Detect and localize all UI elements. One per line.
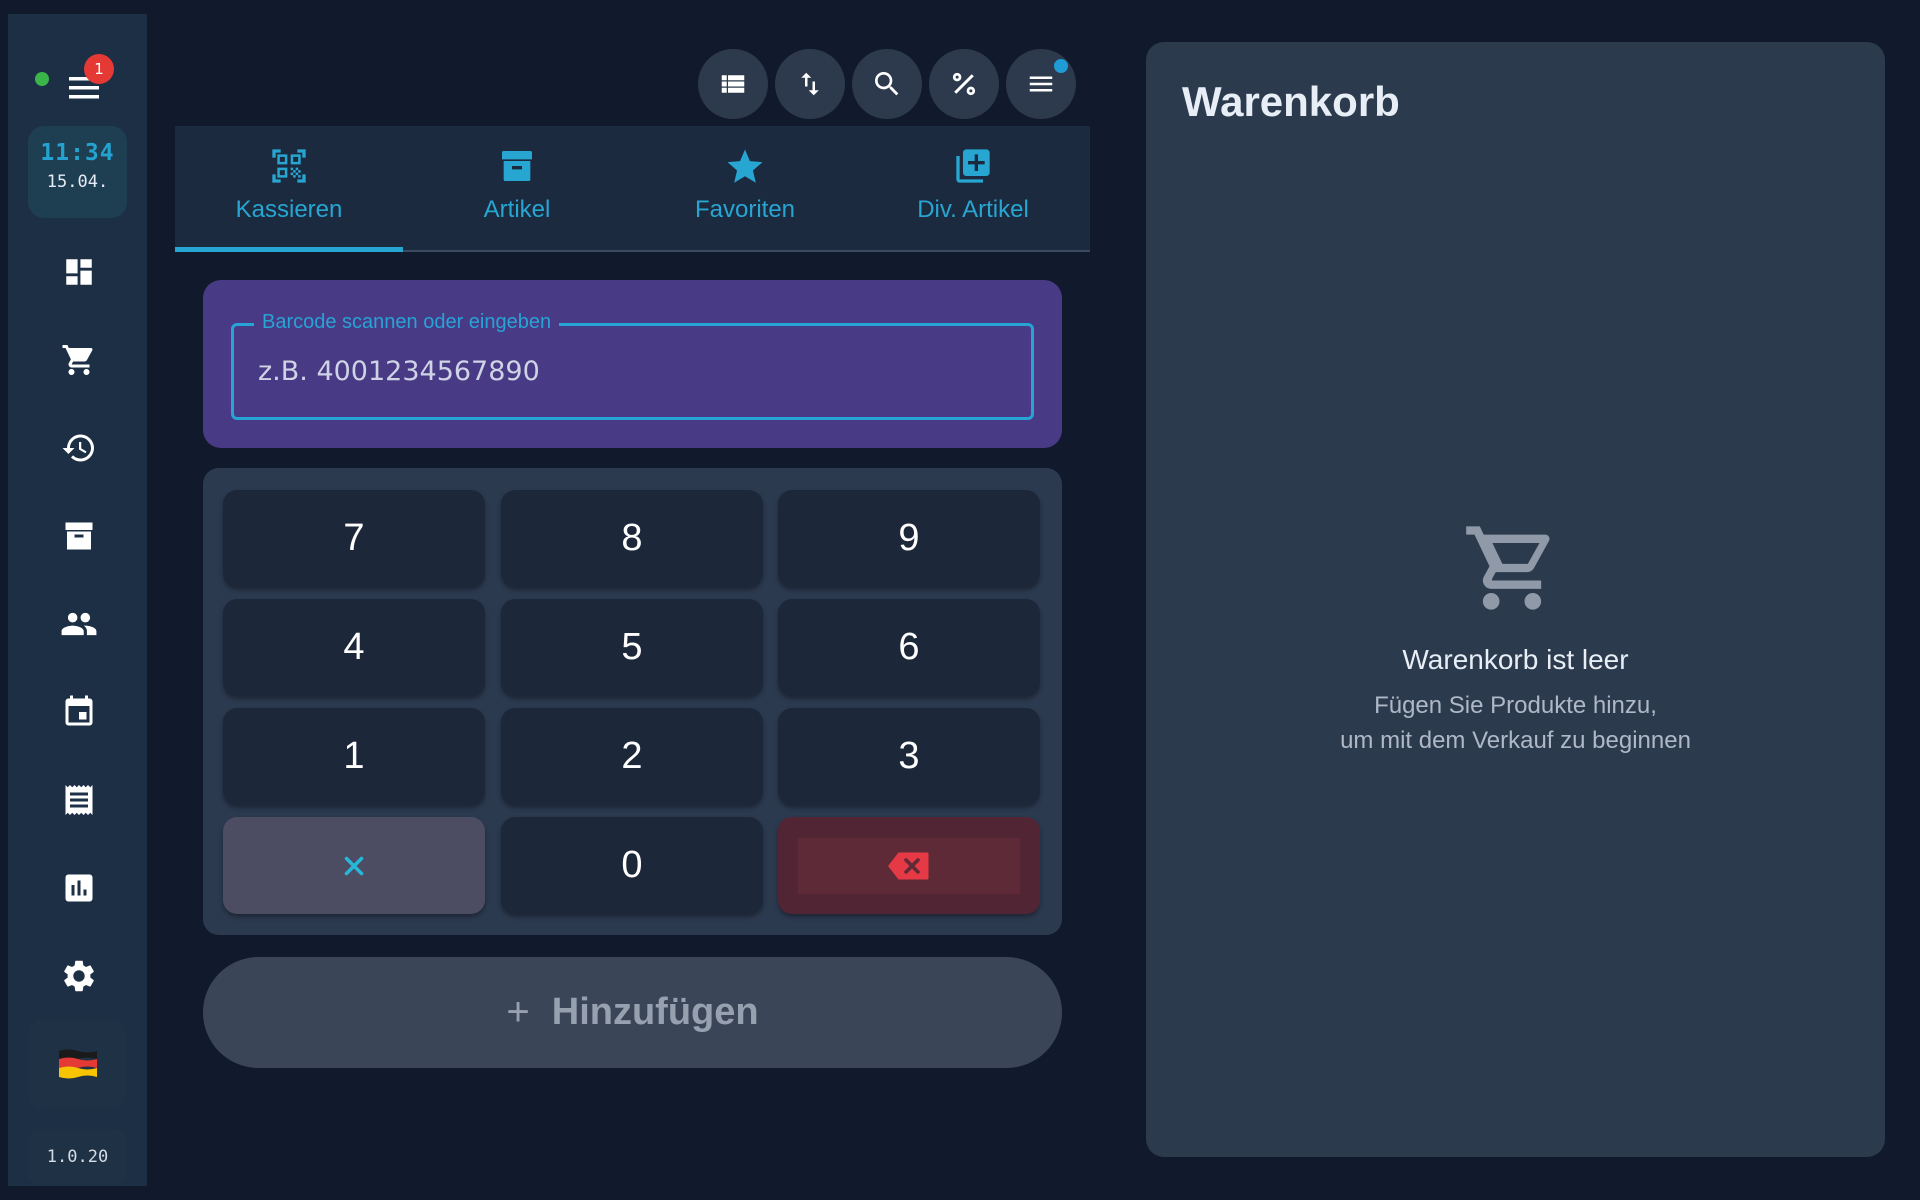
plus-icon: + [506, 990, 530, 1034]
nav-sales[interactable] [52, 333, 106, 387]
tab-label: Kassieren [235, 196, 343, 223]
cart-empty-state: Warenkorb ist leer Fügen Sie Produkte hi… [1146, 518, 1885, 758]
tab-label: Favoriten [694, 196, 796, 223]
tab-kassieren[interactable]: Kassieren [175, 126, 403, 252]
more-menu-button[interactable] [1006, 49, 1076, 119]
cart-title: Warenkorb [1182, 78, 1400, 125]
qr-scan-icon [272, 149, 306, 183]
list-icon [721, 75, 745, 93]
cart-panel: Warenkorb Warenkorb ist leer Fügen Sie P… [1146, 42, 1885, 1157]
archive-box-icon [502, 151, 532, 181]
key-3[interactable]: 3 [778, 708, 1040, 805]
nav-reports[interactable] [52, 861, 106, 915]
search-icon [875, 72, 899, 96]
add-button-label: Hinzufügen [551, 991, 759, 1033]
barcode-panel: Barcode scannen oder eingeben [203, 280, 1062, 448]
clock-time: 11:34 [40, 140, 115, 166]
cart-empty-hint: Fügen Sie Produkte hinzu, um mit dem Ver… [1146, 688, 1885, 758]
online-status-indicator [35, 72, 49, 86]
settings-icon [64, 960, 94, 992]
sort-button[interactable] [775, 49, 845, 119]
cart-empty-title: Warenkorb ist leer [1402, 644, 1629, 675]
notification-badge: 1 [84, 54, 114, 84]
customers-icon [61, 612, 97, 636]
nav-dashboard[interactable] [52, 245, 106, 299]
nav-settings[interactable] [52, 949, 106, 1003]
numeric-keypad: 7 8 9 4 5 6 1 2 3 0 [203, 468, 1062, 935]
history-icon [62, 434, 94, 462]
menu-notification-dot [1054, 59, 1068, 73]
nav-customers[interactable] [52, 597, 106, 651]
german-flag-icon [58, 1049, 97, 1079]
cart-empty-hint-line1: Fügen Sie Produkte hinzu, [1374, 692, 1657, 719]
cart-empty-hint-line2: um mit dem Verkauf zu beginnen [1340, 727, 1691, 754]
key-7[interactable]: 7 [223, 490, 485, 587]
add-to-library-icon [956, 149, 990, 183]
key-4[interactable]: 4 [223, 599, 485, 696]
calendar-icon [65, 695, 93, 726]
add-button[interactable]: + Hinzufügen [203, 957, 1062, 1068]
archive-icon [65, 522, 93, 550]
barcode-input[interactable] [234, 326, 1031, 417]
tab-bar: Kassieren Artikel Favoriten Div. Artikel [175, 126, 1090, 252]
key-0[interactable]: 0 [501, 817, 763, 914]
backspace-button[interactable] [778, 817, 1040, 914]
nav-history[interactable] [52, 421, 106, 475]
key-1[interactable]: 1 [223, 708, 485, 805]
key-9[interactable]: 9 [778, 490, 1040, 587]
tab-favoriten[interactable]: Favoriten [631, 126, 859, 250]
discount-button[interactable] [929, 49, 999, 119]
key-2[interactable]: 2 [501, 708, 763, 805]
clear-button[interactable] [223, 817, 485, 914]
backspace-icon [888, 852, 929, 879]
nav-calendar[interactable] [52, 685, 106, 739]
clock-date: 15.04. [46, 172, 109, 192]
list-view-button[interactable] [698, 49, 768, 119]
search-button[interactable] [852, 49, 922, 119]
app-version: 1.0.20 [28, 1129, 127, 1185]
reports-icon [65, 874, 93, 902]
sidebar: 1 11:34 15.04. 1.0.20 [8, 14, 147, 1186]
nav-articles[interactable] [52, 509, 106, 563]
tab-div-artikel[interactable]: Div. Artikel [859, 126, 1087, 250]
dashboard-icon [66, 259, 92, 285]
clock-widget: 11:34 15.04. [28, 126, 127, 218]
tab-label: Div. Artikel [917, 196, 1029, 223]
close-icon [344, 856, 364, 875]
menu-icon [1029, 76, 1053, 92]
sort-icon [801, 72, 819, 96]
receipt-icon [65, 785, 93, 815]
language-button[interactable] [28, 1019, 127, 1109]
tab-artikel[interactable]: Artikel [403, 126, 631, 250]
key-6[interactable]: 6 [778, 599, 1040, 696]
tab-label: Artikel [483, 196, 551, 223]
key-5[interactable]: 5 [501, 599, 763, 696]
star-icon [727, 149, 763, 183]
percent-icon [952, 72, 976, 96]
barcode-field: Barcode scannen oder eingeben [231, 311, 1034, 420]
key-8[interactable]: 8 [501, 490, 763, 587]
empty-cart-icon [1465, 526, 1550, 610]
cart-icon [62, 345, 93, 375]
nav-receipts[interactable] [52, 773, 106, 827]
